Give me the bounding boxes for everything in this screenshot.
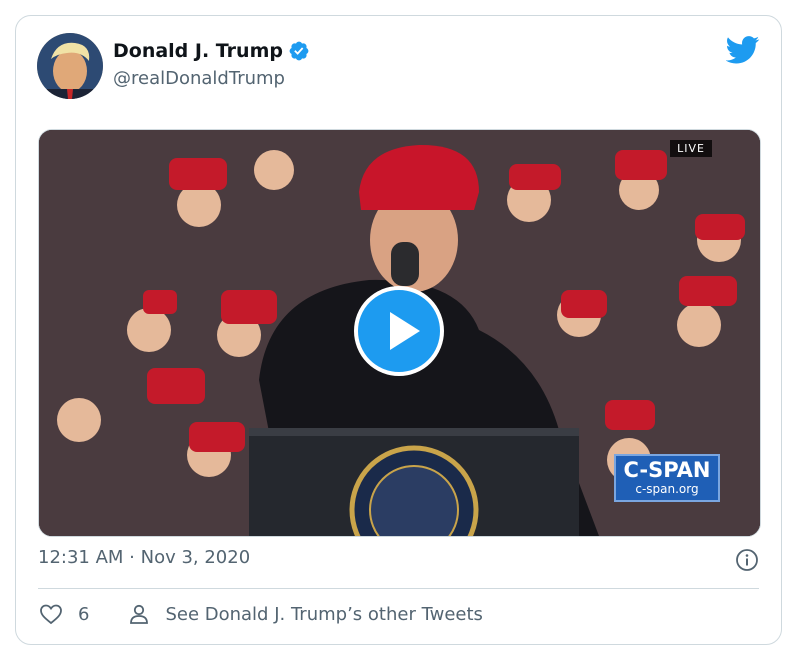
twitter-bird-icon[interactable] (726, 36, 760, 64)
cspan-logo: C-SPAN c-span.org (614, 454, 720, 502)
cspan-logo-text: C-SPAN (623, 458, 711, 482)
live-badge: LIVE (670, 140, 712, 157)
verified-badge-icon (289, 41, 309, 61)
like-count[interactable]: 6 (78, 604, 89, 625)
author-name[interactable]: Donald J. Trump (113, 40, 283, 62)
avatar[interactable] (37, 33, 103, 99)
heart-icon[interactable] (38, 602, 64, 626)
tweet-card: Donald J. Trump @realDonaldTrump LIVE C-… (15, 15, 782, 645)
info-icon[interactable] (735, 548, 759, 572)
divider (38, 588, 759, 589)
video-player[interactable]: LIVE C-SPAN c-span.org (38, 129, 761, 537)
author-row: Donald J. Trump (113, 40, 310, 62)
other-tweets-link[interactable]: See Donald J. Trump’s other Tweets (165, 604, 482, 625)
tweet-actions: 6 See Donald J. Trump’s other Tweets (38, 602, 483, 626)
play-icon[interactable] (354, 286, 444, 376)
cspan-url: c-span.org (635, 482, 699, 496)
tweet-timestamp[interactable]: 12:31 AM · Nov 3, 2020 (38, 547, 250, 568)
author-handle[interactable]: @realDonaldTrump (113, 68, 285, 89)
person-icon[interactable] (127, 602, 151, 626)
